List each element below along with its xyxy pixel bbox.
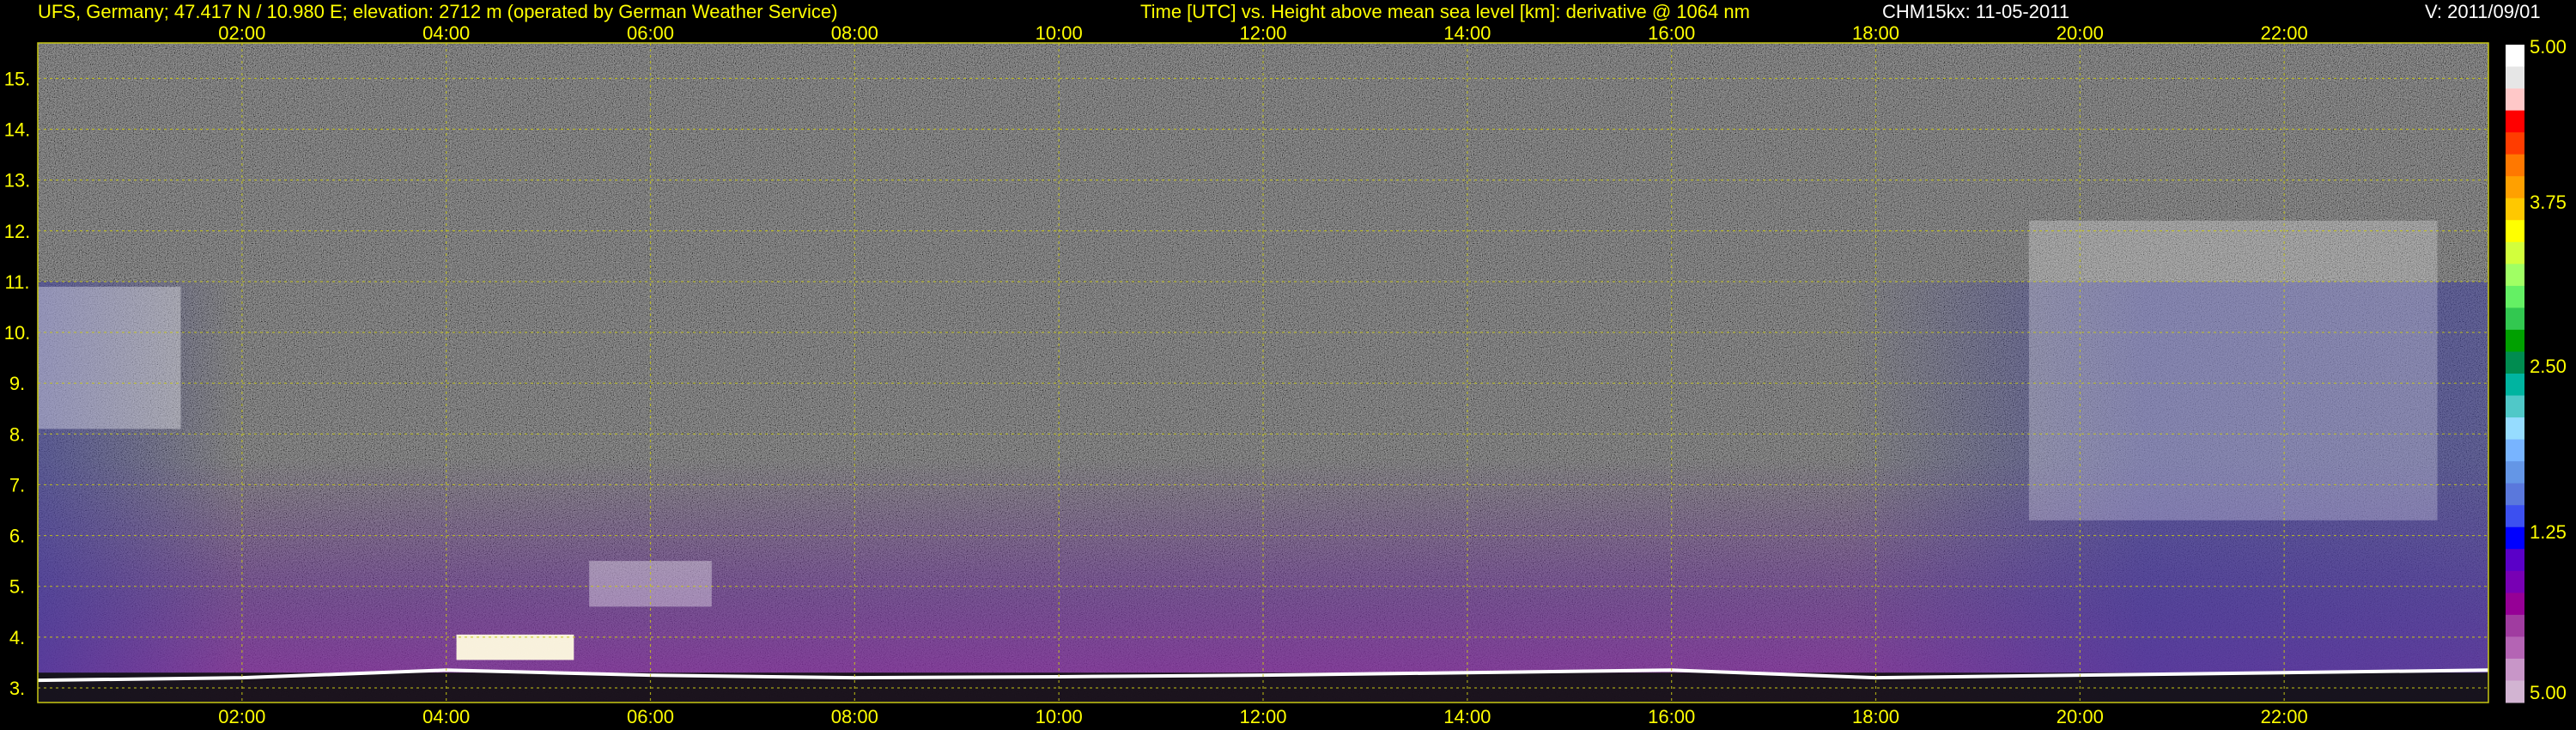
x-tick-label-top: 06:00 bbox=[627, 22, 674, 44]
colorbar-swatch bbox=[2506, 614, 2524, 637]
x-tick-label-bottom: 10:00 bbox=[1036, 706, 1083, 727]
y-tick-label: 8. bbox=[9, 423, 25, 445]
y-tick-label: 4. bbox=[9, 627, 25, 648]
x-tick-label-top: 08:00 bbox=[831, 22, 878, 44]
colorbar: 5.00 3.75 2.50 1.25 5.00 bbox=[2506, 36, 2567, 703]
x-tick-label-top: 18:00 bbox=[1852, 22, 1899, 44]
x-tick-label-bottom: 08:00 bbox=[831, 706, 878, 727]
x-tick-label-top: 10:00 bbox=[1036, 22, 1083, 44]
colorbar-swatch bbox=[2506, 526, 2524, 550]
x-tick-label-top: 22:00 bbox=[2261, 22, 2308, 44]
ceilometer-plot: UFS, Germany; 47.417 N / 10.980 E; eleva… bbox=[0, 0, 2576, 730]
colorbar-swatch bbox=[2506, 110, 2524, 133]
y-tick-label: 7. bbox=[9, 474, 25, 496]
x-tick-label-bottom: 02:00 bbox=[218, 706, 265, 727]
x-axis-bottom: 02:00 04:00 06:00 08:00 10:00 12:00 14:00 16:00… bbox=[218, 706, 2307, 727]
y-tick-label: 14. bbox=[4, 119, 31, 141]
x-tick-label-bottom: 04:00 bbox=[422, 706, 470, 727]
colorbar-swatch bbox=[2506, 505, 2524, 528]
colorbar-swatch bbox=[2506, 483, 2524, 506]
colorbar-swatch bbox=[2506, 176, 2524, 199]
y-tick-label: 10. bbox=[4, 322, 31, 344]
colorbar-swatch bbox=[2506, 374, 2524, 397]
x-tick-label-bottom: 18:00 bbox=[1852, 706, 1899, 727]
x-axis-top: 02:00 04:00 06:00 08:00 10:00 12:00 14:00 16:00… bbox=[218, 22, 2307, 44]
x-tick-label-bottom: 14:00 bbox=[1443, 706, 1491, 727]
colorbar-swatch bbox=[2506, 395, 2524, 418]
colorbar-swatch bbox=[2506, 439, 2524, 462]
y-tick-label: 3. bbox=[9, 678, 25, 699]
x-tick-label-top: 12:00 bbox=[1239, 22, 1286, 44]
colorbar-swatch bbox=[2506, 220, 2524, 243]
y-tick-label: 9. bbox=[9, 373, 25, 394]
colorbar-swatch bbox=[2506, 351, 2524, 374]
y-tick-label: 13. bbox=[4, 170, 31, 192]
colorbar-swatch bbox=[2506, 549, 2524, 572]
colorbar-swatch bbox=[2506, 680, 2524, 703]
x-tick-label-top: 02:00 bbox=[218, 22, 265, 44]
colorbar-swatch bbox=[2506, 198, 2524, 221]
x-tick-label-top: 14:00 bbox=[1443, 22, 1491, 44]
chart-svg: 02:00 04:00 06:00 08:00 10:00 12:00 14:00 16:00… bbox=[4, 22, 2567, 727]
bright-cloud-patch bbox=[456, 634, 574, 660]
colorbar-swatch bbox=[2506, 329, 2524, 352]
colorbar-swatch bbox=[2506, 417, 2524, 441]
colorbar-swatch bbox=[2506, 636, 2524, 660]
colorbar-swatch bbox=[2506, 264, 2524, 287]
colorbar-swatch bbox=[2506, 658, 2524, 681]
colorbar-swatch bbox=[2506, 241, 2524, 265]
y-tick-label: 11. bbox=[5, 271, 30, 293]
x-tick-label-bottom: 16:00 bbox=[1648, 706, 1695, 727]
y-axis: 3. 4. 5. 6. 7. 8. 9. 10. 11. 12. 13. 14. 15. bbox=[4, 68, 31, 699]
y-tick-label: 6. bbox=[9, 526, 25, 547]
cirrus-left bbox=[38, 286, 181, 429]
colorbar-swatch bbox=[2506, 570, 2524, 593]
colorbar-swatch bbox=[2506, 132, 2524, 155]
colorbar-swatch bbox=[2506, 285, 2524, 308]
colorbar-label: 1.25 bbox=[2530, 521, 2567, 543]
x-tick-label-top: 20:00 bbox=[2057, 22, 2104, 44]
y-tick-label: 12. bbox=[4, 221, 31, 242]
x-tick-label-top: 04:00 bbox=[422, 22, 470, 44]
cirrus-right bbox=[2028, 220, 2438, 520]
colorbar-swatch bbox=[2506, 45, 2524, 68]
y-tick-label: 15. bbox=[4, 68, 31, 89]
colorbar-label: 3.75 bbox=[2530, 192, 2567, 213]
colorbar-swatch bbox=[2506, 307, 2524, 331]
y-tick-label: 5. bbox=[9, 576, 25, 598]
colorbar-swatch bbox=[2506, 88, 2524, 112]
x-tick-label-bottom: 20:00 bbox=[2057, 706, 2104, 727]
colorbar-swatch bbox=[2506, 66, 2524, 89]
colorbar-label: 2.50 bbox=[2530, 356, 2567, 377]
x-tick-label-top: 16:00 bbox=[1648, 22, 1695, 44]
colorbar-label: 5.00 bbox=[2530, 36, 2567, 58]
colorbar-swatch bbox=[2506, 154, 2524, 177]
x-tick-label-bottom: 12:00 bbox=[1239, 706, 1286, 727]
x-tick-label-bottom: 06:00 bbox=[627, 706, 674, 727]
colorbar-label: 5.00 bbox=[2530, 682, 2567, 703]
x-tick-label-bottom: 22:00 bbox=[2261, 706, 2308, 727]
colorbar-swatch bbox=[2506, 461, 2524, 484]
colorbar-swatch bbox=[2506, 593, 2524, 616]
